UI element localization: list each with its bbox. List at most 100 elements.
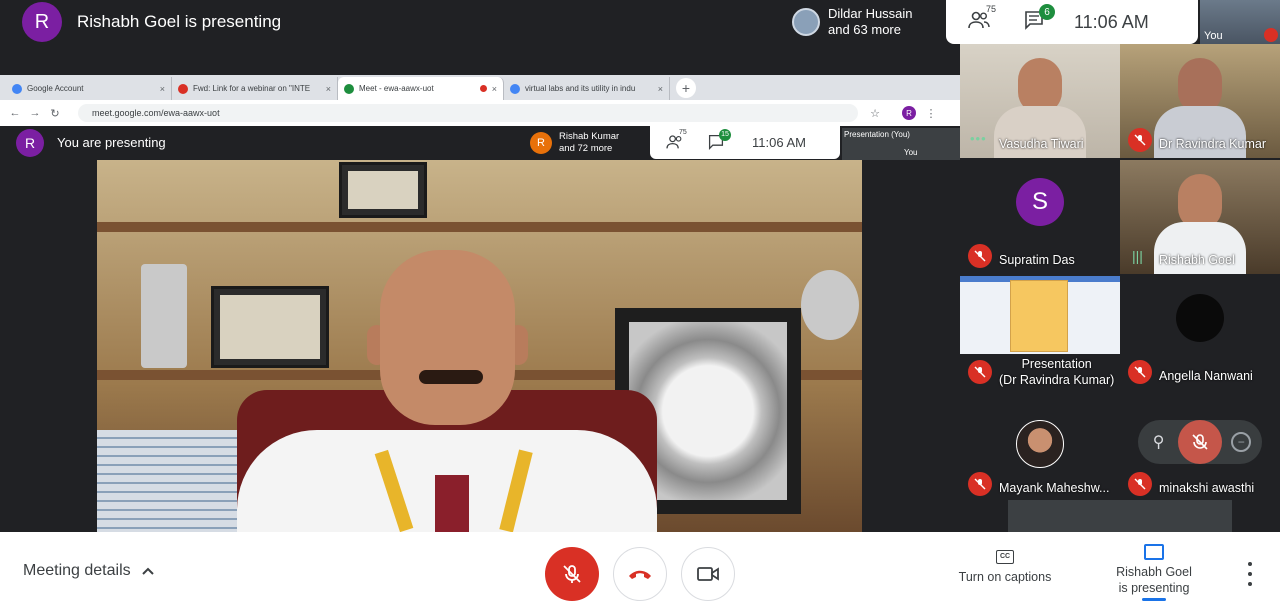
- participant-name: Presentation (Dr Ravindra Kumar): [999, 356, 1114, 388]
- shelf: [97, 222, 862, 232]
- closed-captions-icon: CC: [996, 550, 1014, 564]
- profile-avatar[interactable]: R: [902, 106, 916, 120]
- forward-icon[interactable]: →: [28, 107, 42, 119]
- close-tab-icon[interactable]: ×: [658, 84, 663, 94]
- mic-off-icon: [563, 565, 581, 583]
- browser-tab-active[interactable]: Meet - ewa-aawx-uot ×: [338, 77, 504, 100]
- more-options-icon[interactable]: [1242, 562, 1258, 586]
- viewer-chip[interactable]: Dildar Hussain and 63 more: [784, 0, 944, 44]
- meeting-info-pill: 75 6 11:06 AM: [946, 0, 1198, 44]
- remove-participant-icon[interactable]: −: [1231, 432, 1252, 452]
- browser-tab[interactable]: virtual labs and its utility in indu ×: [504, 77, 670, 100]
- presentation-title: Presentation: [1021, 357, 1092, 371]
- presentation-thumbnail: [960, 276, 1120, 354]
- inner-you-label: You: [904, 148, 918, 157]
- google-icon: [510, 83, 520, 94]
- presenting-button[interactable]: Rishabh Goel is presenting: [1108, 544, 1200, 601]
- close-tab-icon[interactable]: ×: [160, 84, 165, 94]
- captions-button[interactable]: CC Turn on captions: [950, 550, 1060, 584]
- participant-tile[interactable]: Presentation (Dr Ravindra Kumar): [960, 276, 1120, 390]
- close-tab-icon[interactable]: ×: [326, 84, 331, 94]
- gmail-icon: [178, 83, 188, 94]
- inner-self-tiles: Presentation (You) You: [842, 128, 960, 160]
- participant-name: Dr Ravindra Kumar: [1159, 137, 1266, 151]
- participant-tile[interactable]: ||| Rishabh Goel: [1120, 160, 1280, 274]
- inner-info-pill: 75 15 11:06 AM: [650, 126, 840, 159]
- tab-label: virtual labs and its utility in indu: [525, 84, 636, 93]
- inner-viewer-text: Rishab Kumar and 72 more: [559, 131, 619, 155]
- microphone-toggle-button[interactable]: [545, 547, 599, 601]
- mic-off-icon: [968, 244, 992, 268]
- present-screen-icon: [1144, 544, 1164, 560]
- new-tab-icon[interactable]: +: [676, 78, 696, 98]
- participant-tile[interactable]: ••• Vasudha Tiwari: [960, 44, 1120, 158]
- mic-off-icon: [1128, 128, 1152, 152]
- chat-badge: 6: [1039, 4, 1055, 20]
- video-camera-icon: [697, 567, 719, 581]
- inner-clock: 11:06 AM: [752, 135, 806, 150]
- people-button[interactable]: 75: [968, 4, 1002, 34]
- self-mic-off-icon: [1264, 28, 1278, 42]
- inner-viewer-chip: R Rishab Kumar and 72 more: [530, 128, 648, 158]
- star-icon[interactable]: ☆: [868, 107, 882, 120]
- chat-button[interactable]: 6: [1024, 4, 1055, 34]
- webinar-poster: [1010, 280, 1068, 352]
- meeting-details-button[interactable]: Meeting details: [23, 562, 155, 580]
- participant-name: Mayank Maheshw...: [999, 481, 1110, 495]
- participant-avatar: [1176, 294, 1224, 342]
- viewer-text: Dildar Hussain and 63 more: [828, 6, 913, 38]
- mic-off-icon: [1128, 360, 1152, 384]
- presenter-title: Rishabh Goel is presenting: [77, 12, 282, 31]
- participant-avatar: [1016, 420, 1064, 468]
- speaking-indicator-icon: •••: [970, 131, 987, 146]
- inner-presentation-label: Presentation (You): [844, 130, 910, 139]
- mic-off-icon: [968, 472, 992, 496]
- browser-tab[interactable]: Google Account ×: [6, 77, 172, 100]
- participant-name: minakshi awasthi: [1159, 481, 1255, 495]
- camera-toggle-button[interactable]: [681, 547, 735, 601]
- tab-label: Fwd: Link for a webinar on "INTE: [193, 84, 311, 93]
- participant-name: Rishabh Goel: [1159, 253, 1235, 267]
- self-tile[interactable]: You: [1200, 0, 1280, 44]
- viewer-name: Dildar Hussain: [828, 6, 913, 21]
- browser-address-bar: ← → ↻ meet.google.com/ewa-aawx-uot ☆ R ⋮: [0, 100, 960, 126]
- back-icon[interactable]: ←: [8, 107, 22, 119]
- participant-tile[interactable]: S Supratim Das: [960, 160, 1120, 274]
- speaker-head: [380, 250, 515, 425]
- browser-menu-icon[interactable]: ⋮: [924, 107, 938, 120]
- speaker-video: [97, 160, 862, 532]
- meeting-clock: 11:06 AM: [1074, 11, 1149, 32]
- participant-tile[interactable]: Angella Nanwani: [1120, 276, 1280, 390]
- participant-tile[interactable]: Dr Ravindra Kumar: [1120, 44, 1280, 158]
- pin-icon[interactable]: ⚲: [1149, 432, 1169, 452]
- reload-icon[interactable]: ↻: [48, 107, 62, 120]
- trophy: [141, 264, 187, 368]
- url-field[interactable]: meet.google.com/ewa-aawx-uot: [78, 104, 858, 122]
- leave-call-button[interactable]: [613, 547, 667, 601]
- presenting-line1: Rishabh Goel: [1116, 565, 1192, 579]
- mute-participant-button[interactable]: [1177, 420, 1222, 464]
- tab-label: Meet - ewa-aawx-uot: [359, 84, 434, 93]
- bookstack: [97, 430, 237, 532]
- bottom-control-bar: Meeting details CC Turn on captions Rish…: [0, 532, 1280, 607]
- url-text: meet.google.com/ewa-aawx-uot: [92, 108, 220, 118]
- trophy: [801, 270, 859, 340]
- self-label: You: [1204, 30, 1223, 42]
- inner-viewer-more: and 72 more: [559, 143, 613, 154]
- mic-off-icon: [1192, 434, 1208, 450]
- participant-tile[interactable]: Mayank Maheshw...: [960, 388, 1120, 502]
- meet-icon: [344, 83, 354, 94]
- mic-off-icon: [1128, 472, 1152, 496]
- participant-tile[interactable]: [1008, 500, 1232, 532]
- viewer-more: and 63 more: [828, 22, 901, 37]
- participant-name: Angella Nanwani: [1159, 369, 1253, 383]
- viewer-avatar: [792, 8, 820, 36]
- shared-screen: Google Account × Fwd: Link for a webinar…: [0, 70, 960, 532]
- captions-label: Turn on captions: [958, 570, 1052, 584]
- speaking-indicator-icon: |||: [1132, 248, 1143, 264]
- browser-tab[interactable]: Fwd: Link for a webinar on "INTE ×: [172, 77, 338, 100]
- close-tab-icon[interactable]: ×: [492, 84, 497, 94]
- meeting-details-label: Meeting details: [23, 562, 131, 579]
- recording-dot-icon: [479, 85, 487, 92]
- inner-presenter-title: You are presenting: [57, 135, 166, 150]
